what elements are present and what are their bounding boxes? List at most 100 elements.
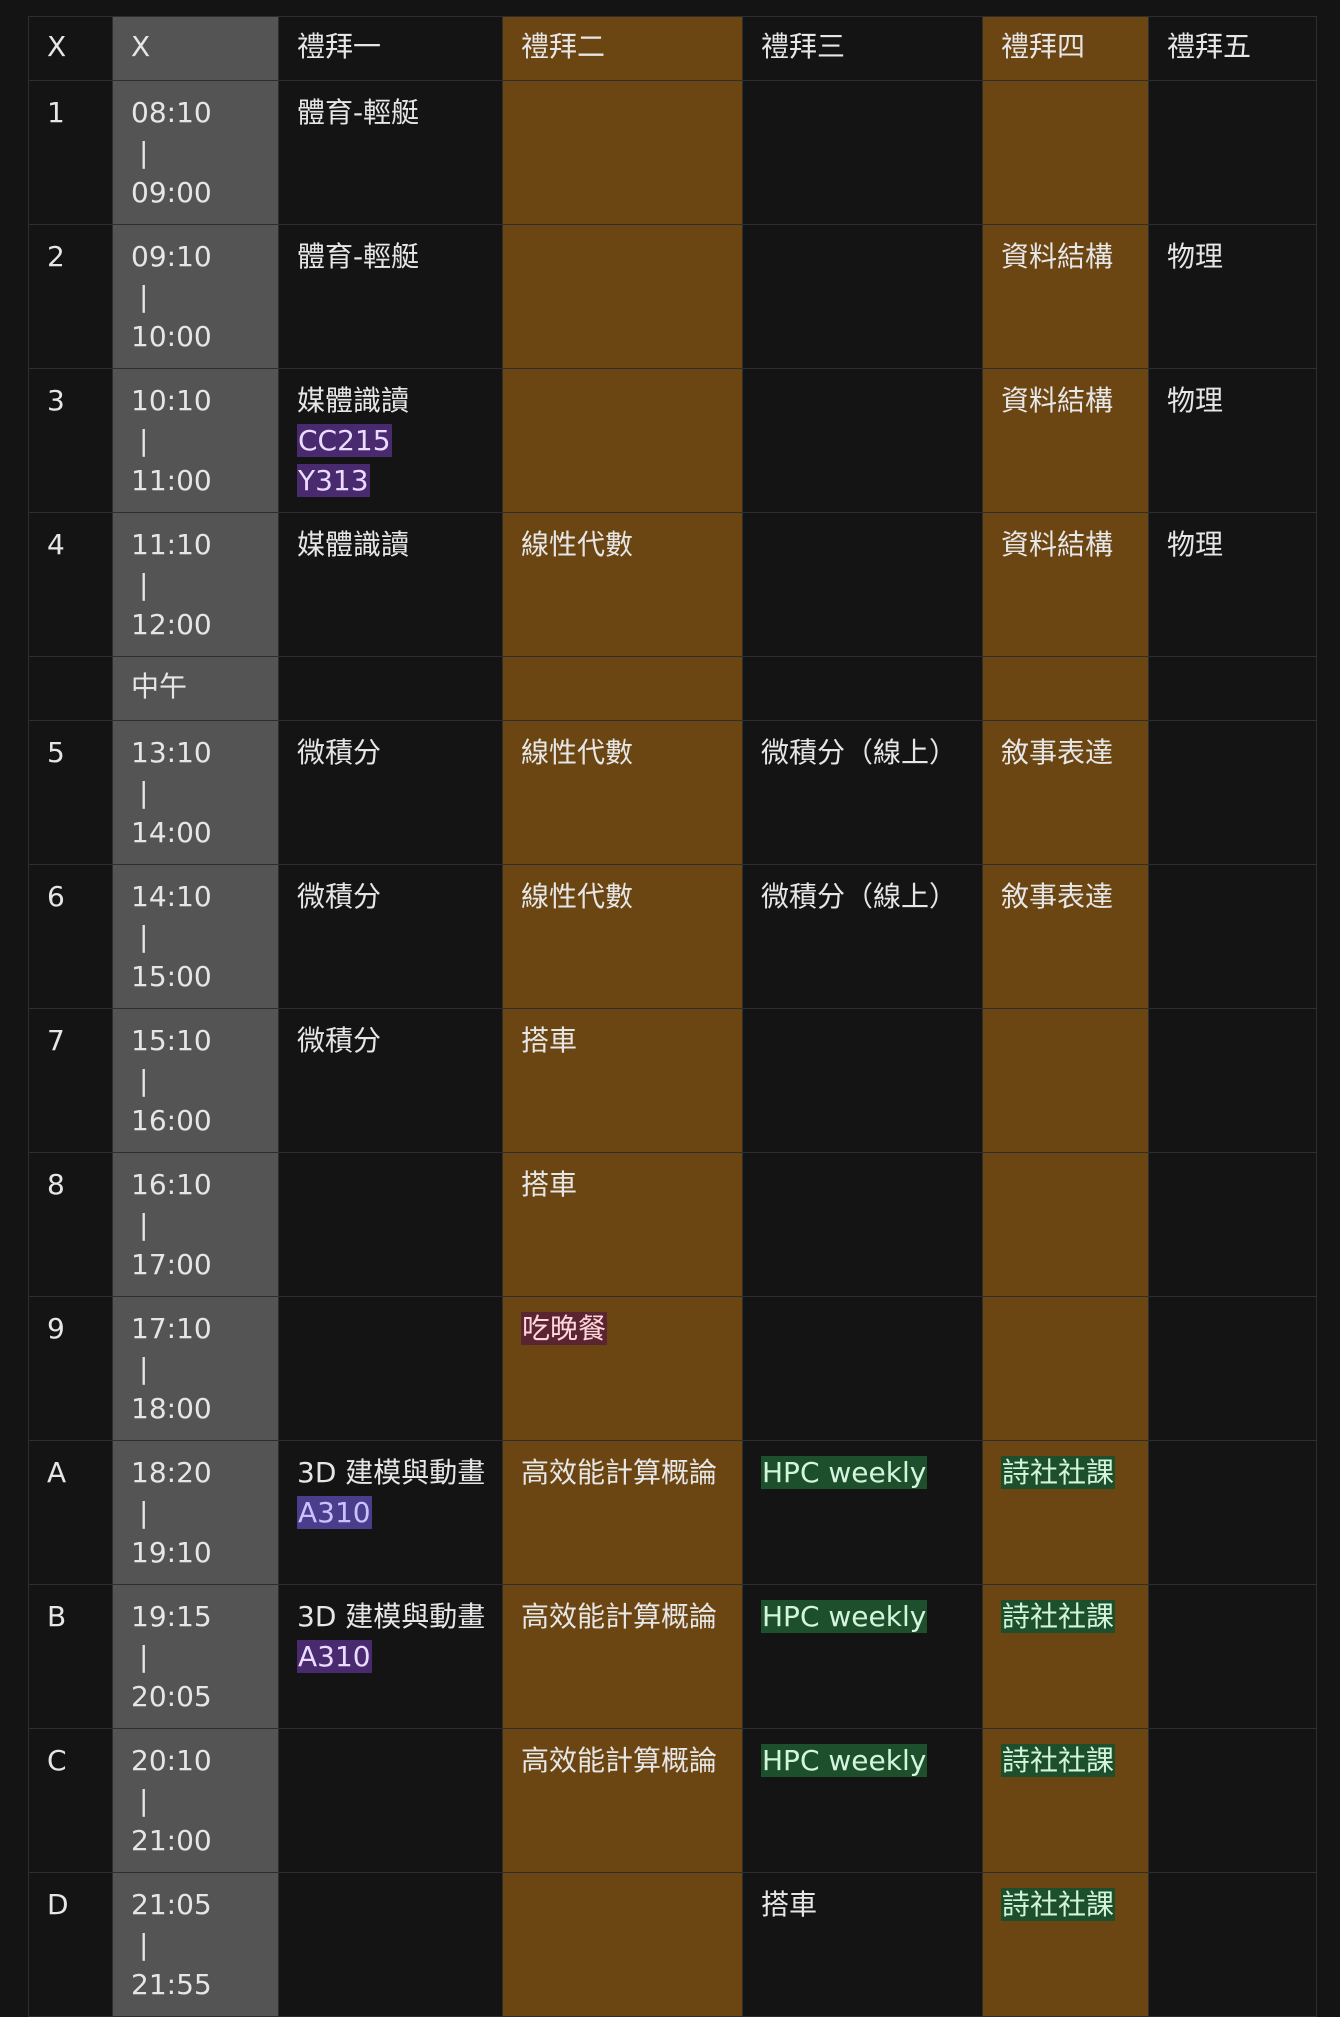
- entry-line: 詩社社課: [1001, 1741, 1130, 1781]
- end-time: 10:00: [131, 320, 212, 353]
- course-label: 媒體識讀: [297, 528, 410, 561]
- end-time: 19:10: [131, 1536, 212, 1569]
- end-time: 17:00: [131, 1248, 212, 1281]
- period-row: 2 09:10 | 10:00 體育-輕艇 資料結構 物理: [28, 224, 1317, 369]
- day-cell-wednesday: 微積分（線上）: [742, 720, 983, 865]
- day-cell-tuesday: [502, 80, 743, 225]
- day-cell-thursday: 資料結構: [982, 512, 1149, 657]
- day-cell-friday: [1148, 864, 1317, 1009]
- start-time: 17:10: [131, 1312, 212, 1345]
- day-cell-wednesday: [742, 1008, 983, 1153]
- day-cell-tuesday: [502, 656, 743, 721]
- day-cell-monday: 體育-輕艇: [278, 224, 503, 369]
- end-time: 09:00: [131, 176, 212, 209]
- day-cell-wednesday: 搭車: [742, 1872, 983, 2017]
- period-row: 5 13:10 | 14:00 微積分 線性代數 微積分（線上） 敘事表達: [28, 720, 1317, 865]
- start-time: 10:10: [131, 384, 212, 417]
- col-header-time: X: [112, 16, 279, 81]
- tag-label: 詩社社課: [1001, 1600, 1116, 1633]
- entry-line: 詩社社課: [1001, 1885, 1130, 1925]
- course-label: 搭車: [761, 1888, 818, 1921]
- day-cell-friday: [1148, 1584, 1317, 1729]
- day-cell-wednesday: [742, 224, 983, 369]
- end-time: 18:00: [131, 1392, 212, 1425]
- day-cell-tuesday: 吃晚餐: [502, 1296, 743, 1441]
- period-row: B 19:15 | 20:05 3D 建模與動畫 A310 高效能計算概論 HPC weekl…: [28, 1584, 1317, 1729]
- day-cell-wednesday: [742, 512, 983, 657]
- period-row: D 21:05 | 21:55 搭車 詩社社課: [28, 1872, 1317, 2017]
- entry-line: 吃晚餐: [521, 1309, 724, 1349]
- period-row: 8 16:10 | 17:00 搭車: [28, 1152, 1317, 1297]
- time-cell: 10:10 | 11:00: [112, 368, 279, 513]
- day-cell-friday: [1148, 1296, 1317, 1441]
- period-row: C 20:10 | 21:00 高效能計算概論 HPC weekly 詩社社課: [28, 1728, 1317, 1873]
- day-cell-tuesday: 高效能計算概論: [502, 1728, 743, 1873]
- start-time: 16:10: [131, 1168, 212, 1201]
- time-cell: 15:10 | 16:00: [112, 1008, 279, 1153]
- tag-label: HPC weekly: [761, 1744, 928, 1777]
- day-cell-thursday: 敘事表達: [982, 864, 1149, 1009]
- day-cell-monday: 微積分: [278, 864, 503, 1009]
- entry-line: 詩社社課: [1001, 1453, 1130, 1493]
- time-separator: |: [139, 280, 149, 313]
- course-label: 物理: [1167, 240, 1224, 273]
- period-cell: A: [28, 1440, 113, 1585]
- day-cell-thursday: 詩社社課: [982, 1440, 1149, 1585]
- end-time: 21:55: [131, 1968, 212, 2001]
- day-cell-friday: 物理: [1148, 512, 1317, 657]
- day-cell-friday: 物理: [1148, 224, 1317, 369]
- day-cell-thursday: 詩社社課: [982, 1728, 1149, 1873]
- course-label: 資料結構: [1001, 240, 1114, 273]
- day-cell-wednesday: [742, 80, 983, 225]
- start-time: 14:10: [131, 880, 212, 913]
- time-cell: 18:20 | 19:10: [112, 1440, 279, 1585]
- time-cell: 20:10 | 21:00: [112, 1728, 279, 1873]
- day-cell-friday: [1148, 1152, 1317, 1297]
- day-cell-monday: 3D 建模與動畫 A310: [278, 1584, 503, 1729]
- course-label: 搭車: [521, 1024, 578, 1057]
- day-cell-friday: [1148, 656, 1317, 721]
- day-cell-wednesday: HPC weekly: [742, 1440, 983, 1585]
- day-cell-tuesday: [502, 368, 743, 513]
- day-cell-monday: 媒體識讀 CC215 Y313: [278, 368, 503, 513]
- noon-row: 中午: [28, 656, 1317, 721]
- start-time: 18:20: [131, 1456, 212, 1489]
- time-cell: 14:10 | 15:00: [112, 864, 279, 1009]
- course-label: 高效能計算概論: [521, 1456, 718, 1489]
- course-label: 高效能計算概論: [521, 1744, 718, 1777]
- day-cell-monday: 體育-輕艇: [278, 80, 503, 225]
- period-cell: 7: [28, 1008, 113, 1153]
- period-row: 9 17:10 | 18:00 吃晚餐: [28, 1296, 1317, 1441]
- period-cell: 4: [28, 512, 113, 657]
- period-cell: 2: [28, 224, 113, 369]
- time-separator: |: [139, 1496, 149, 1529]
- day-cell-tuesday: 線性代數: [502, 864, 743, 1009]
- day-cell-thursday: 敘事表達: [982, 720, 1149, 865]
- noon-label: 中午: [112, 656, 279, 721]
- day-cell-thursday: [982, 656, 1149, 721]
- period-row: 7 15:10 | 16:00 微積分 搭車: [28, 1008, 1317, 1153]
- day-cell-monday: [278, 1728, 503, 1873]
- time-separator: |: [139, 776, 149, 809]
- period-cell: [28, 656, 113, 721]
- entry-line: HPC weekly: [761, 1597, 964, 1637]
- course-label: 微積分（線上）: [761, 736, 958, 769]
- time-separator: |: [139, 1784, 149, 1817]
- day-cell-friday: [1148, 720, 1317, 865]
- course-label: 線性代數: [521, 528, 634, 561]
- time-separator: |: [139, 1064, 149, 1097]
- day-cell-wednesday: [742, 1152, 983, 1297]
- day-cell-wednesday: HPC weekly: [742, 1584, 983, 1729]
- day-cell-thursday: [982, 80, 1149, 225]
- col-header-thursday: 禮拜四: [982, 16, 1149, 81]
- time-cell: 16:10 | 17:00: [112, 1152, 279, 1297]
- end-time: 16:00: [131, 1104, 212, 1137]
- col-header-tuesday: 禮拜二: [502, 16, 743, 81]
- course-label: 資料結構: [1001, 528, 1114, 561]
- day-cell-tuesday: 線性代數: [502, 720, 743, 865]
- tag-label: A310: [297, 1640, 372, 1673]
- col-header-period: X: [28, 16, 113, 81]
- period-row: 1 08:10 | 09:00 體育-輕艇: [28, 80, 1317, 225]
- day-cell-thursday: 資料結構: [982, 224, 1149, 369]
- time-cell: 13:10 | 14:00: [112, 720, 279, 865]
